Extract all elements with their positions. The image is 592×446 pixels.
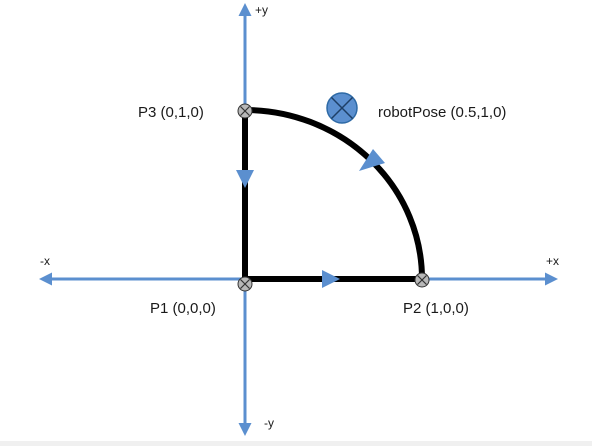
axis-label-pos-y: +y bbox=[255, 3, 268, 17]
point-label-p3: P3 (0,1,0) bbox=[138, 104, 204, 121]
axis-label-pos-x: +x bbox=[546, 254, 559, 268]
y-axis-arrow-up bbox=[238, 3, 252, 16]
direction-arrow-right bbox=[322, 270, 340, 288]
robot-pose-marker bbox=[326, 92, 358, 124]
point-label-p1: P1 (0,0,0) bbox=[150, 300, 216, 317]
x-axis-arrow-left bbox=[39, 272, 52, 286]
axis-label-neg-x: -x bbox=[40, 254, 50, 268]
direction-arrow-down bbox=[236, 170, 254, 188]
y-axis-arrow-down bbox=[238, 423, 252, 436]
robot-path bbox=[242, 107, 425, 282]
point-p3-marker bbox=[237, 103, 253, 119]
x-axis-arrow-right bbox=[545, 272, 558, 286]
point-p1-marker bbox=[237, 276, 253, 292]
coordinate-diagram: +y -y +x -x P3 (0,1,0) robotPose (0.5,1,… bbox=[39, 3, 559, 436]
bottom-edge-strip bbox=[0, 441, 592, 446]
point-label-p2: P2 (1,0,0) bbox=[403, 300, 469, 317]
axis-label-neg-y: -y bbox=[264, 416, 274, 430]
point-p2-marker bbox=[414, 272, 430, 288]
point-label-robot-pose: robotPose (0.5,1,0) bbox=[378, 104, 506, 121]
